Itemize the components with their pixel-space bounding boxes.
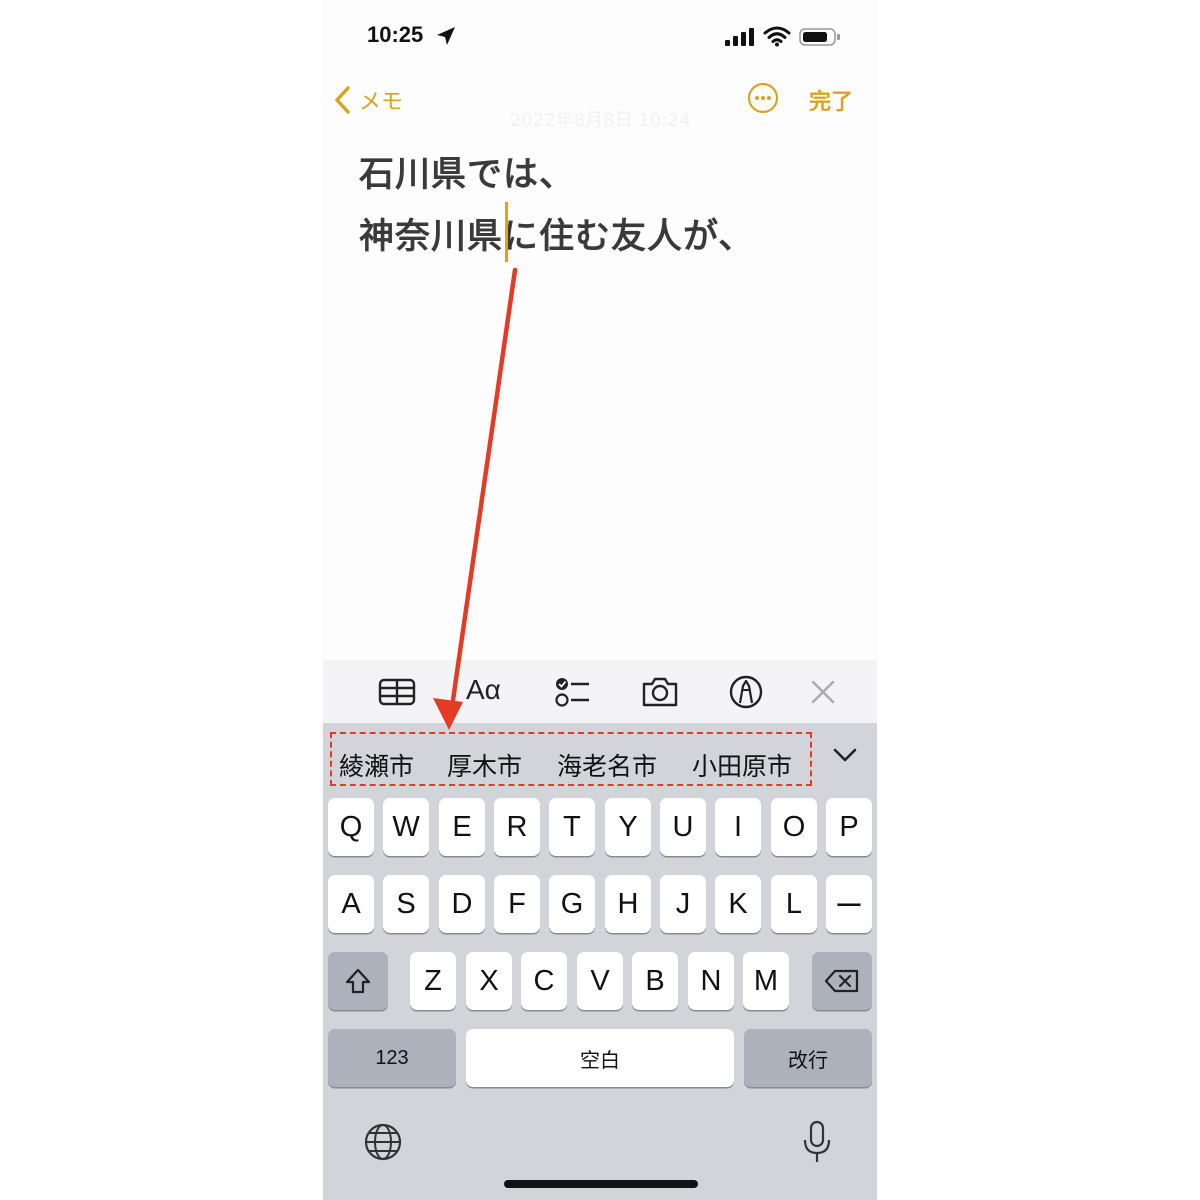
- key-b[interactable]: B: [632, 952, 678, 1010]
- globe-icon[interactable]: [363, 1122, 403, 1162]
- key-i[interactable]: I: [715, 798, 761, 856]
- location-arrow-icon: [437, 27, 455, 45]
- key-e[interactable]: E: [439, 798, 485, 856]
- home-indicator: [504, 1180, 698, 1188]
- key-m[interactable]: M: [743, 952, 789, 1010]
- key-w[interactable]: W: [383, 798, 429, 856]
- key-j[interactable]: J: [660, 875, 706, 933]
- status-time: 10:25: [367, 22, 424, 47]
- key-r[interactable]: R: [494, 798, 540, 856]
- battery-icon: [799, 28, 840, 46]
- key-d[interactable]: D: [439, 875, 485, 933]
- key-l[interactable]: L: [771, 875, 817, 933]
- microphone-icon[interactable]: [801, 1120, 833, 1164]
- key-x[interactable]: X: [466, 952, 512, 1010]
- key-k[interactable]: K: [715, 875, 761, 933]
- key-a[interactable]: A: [328, 875, 374, 933]
- cellular-signal-icon: [725, 28, 754, 46]
- key-s[interactable]: S: [383, 875, 429, 933]
- markup-pen-icon[interactable]: [726, 672, 766, 712]
- key-v[interactable]: V: [577, 952, 623, 1010]
- format-button[interactable]: Aα: [466, 674, 501, 706]
- key-c[interactable]: C: [521, 952, 567, 1010]
- phone-screen: 10:25 メモ 完了 2022年8月8日 10:24 石川県では、 神奈川県に…: [323, 0, 877, 1200]
- key-t[interactable]: T: [549, 798, 595, 856]
- key-long-vowel[interactable]: ー: [826, 875, 872, 933]
- wifi-icon: [763, 26, 791, 47]
- key-g[interactable]: G: [549, 875, 595, 933]
- key-q[interactable]: Q: [328, 798, 374, 856]
- candidate-1[interactable]: 綾瀬市: [339, 747, 414, 783]
- note-toolbar: Aα: [323, 660, 877, 723]
- text-cursor: [505, 202, 508, 262]
- key-h[interactable]: H: [605, 875, 651, 933]
- key-f[interactable]: F: [494, 875, 540, 933]
- note-line-1[interactable]: 石川県では、: [359, 146, 575, 197]
- key-y[interactable]: Y: [605, 798, 651, 856]
- shift-icon: [345, 968, 371, 994]
- close-icon[interactable]: [803, 672, 843, 712]
- camera-icon[interactable]: [640, 672, 680, 712]
- key-u[interactable]: U: [660, 798, 706, 856]
- key-n[interactable]: N: [688, 952, 734, 1010]
- space-key[interactable]: 空白: [466, 1029, 734, 1087]
- candidate-3[interactable]: 海老名市: [557, 747, 657, 783]
- return-key[interactable]: 改行: [744, 1029, 872, 1087]
- candidate-4[interactable]: 小田原市: [692, 747, 792, 783]
- note-line-2[interactable]: 神奈川県に住む友人が、: [359, 208, 754, 259]
- key-p[interactable]: P: [826, 798, 872, 856]
- keyboard: 綾瀬市 厚木市 海老名市 小田原市 Q W E R T Y U I O P A …: [323, 723, 877, 1200]
- key-z[interactable]: Z: [410, 952, 456, 1010]
- numbers-key[interactable]: 123: [328, 1029, 456, 1087]
- shift-key[interactable]: [328, 952, 388, 1010]
- key-o[interactable]: O: [771, 798, 817, 856]
- backspace-icon: [824, 969, 859, 993]
- chevron-down-icon[interactable]: [831, 745, 859, 765]
- table-icon[interactable]: [377, 672, 417, 712]
- candidate-2[interactable]: 厚木市: [447, 747, 522, 783]
- note-date: 2022年8月8日 10:24: [509, 110, 691, 131]
- checklist-icon[interactable]: [553, 672, 593, 712]
- delete-key[interactable]: [812, 952, 872, 1010]
